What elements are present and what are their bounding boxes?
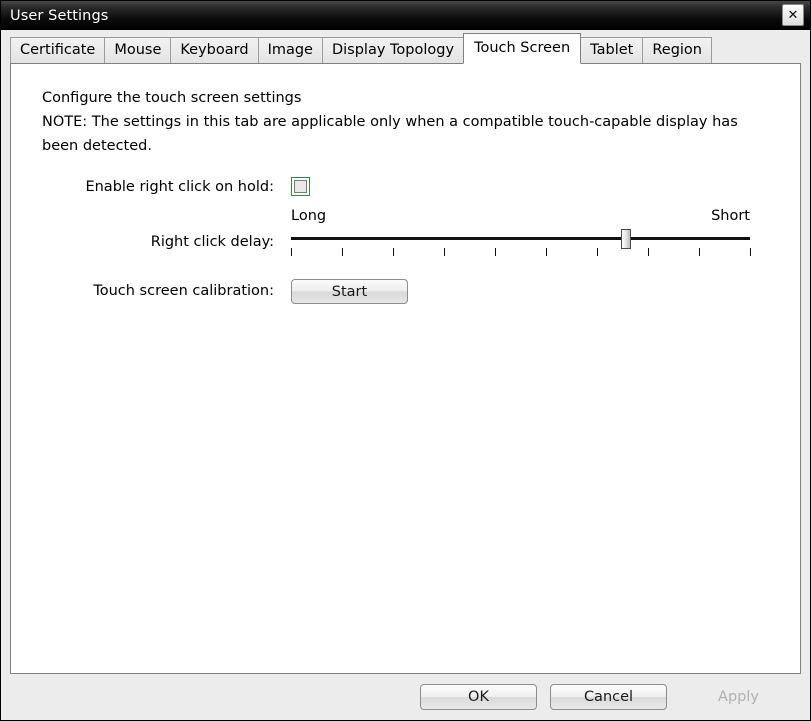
apply-button: Apply — [680, 684, 797, 710]
field-right-click-on-hold — [291, 177, 310, 196]
right-click-delay-slider[interactable]: Long Short — [291, 208, 751, 258]
ok-button[interactable]: OK — [420, 684, 537, 710]
slider-tick — [596, 248, 598, 256]
tab-touch-screen[interactable]: Touch Screen — [463, 33, 582, 64]
row-touch-screen-calibration: Touch screen calibration: Start — [11, 279, 800, 304]
right-click-on-hold-checkbox[interactable] — [291, 177, 310, 196]
field-right-click-delay: Long Short — [291, 208, 751, 258]
panel-intro: Configure the touch screen settings NOTE… — [42, 86, 772, 158]
slider-max-label: Short — [711, 208, 750, 224]
tab-mouse[interactable]: Mouse — [104, 37, 172, 64]
slider-track[interactable] — [291, 237, 750, 240]
slider-tick — [342, 248, 343, 256]
label-right-click-delay: Right click delay: — [150, 234, 274, 250]
tab-keyboard[interactable]: Keyboard — [170, 37, 259, 64]
tab-tablet[interactable]: Tablet — [580, 37, 644, 64]
slider-tick — [291, 248, 292, 256]
slider-tick — [750, 248, 751, 256]
slider-ticks — [291, 248, 751, 256]
tab-image[interactable]: Image — [257, 37, 323, 64]
tab-strip: Certificate Mouse Keyboard Image Display… — [1, 30, 810, 64]
start-calibration-button[interactable]: Start — [291, 279, 408, 304]
touch-screen-panel: Configure the touch screen settings NOTE… — [10, 63, 801, 674]
slider-thumb[interactable] — [621, 229, 632, 249]
tab-certificate[interactable]: Certificate — [10, 37, 106, 64]
title-bar: User Settings ✕ — [1, 1, 810, 30]
tab-region[interactable]: Region — [642, 37, 712, 64]
slider-min-label: Long — [291, 208, 327, 224]
tab-display-topology[interactable]: Display Topology — [321, 37, 465, 64]
intro-line-1: Configure the touch screen settings — [42, 90, 302, 106]
field-touch-screen-calibration: Start — [291, 279, 408, 304]
dialog-footer: OK Cancel Apply — [1, 674, 810, 720]
user-settings-window: User Settings ✕ Certificate Mouse Keyboa… — [0, 0, 811, 721]
settings-form: Enable right click on hold: Right click … — [11, 177, 800, 304]
label-right-click-on-hold: Enable right click on hold: — [85, 179, 274, 195]
slider-tick — [495, 248, 496, 256]
slider-tick — [648, 248, 649, 256]
slider-endpoint-labels: Long Short — [291, 208, 750, 228]
slider-tick — [699, 248, 700, 256]
cancel-button[interactable]: Cancel — [550, 684, 667, 710]
slider-tick — [443, 248, 445, 256]
row-right-click-delay: Right click delay: Long Short — [11, 208, 800, 258]
slider-tick — [393, 248, 394, 256]
label-touch-screen-calibration: Touch screen calibration: — [93, 283, 274, 299]
intro-line-2: NOTE: The settings in this tab are appli… — [42, 114, 738, 154]
slider-track-wrapper[interactable] — [291, 229, 751, 258]
window-title: User Settings — [10, 7, 109, 24]
dialog-body: Certificate Mouse Keyboard Image Display… — [1, 30, 810, 720]
row-right-click-on-hold: Enable right click on hold: — [11, 177, 800, 196]
slider-tick — [546, 248, 547, 256]
close-icon[interactable]: ✕ — [782, 4, 804, 26]
checkbox-inner — [294, 180, 307, 193]
